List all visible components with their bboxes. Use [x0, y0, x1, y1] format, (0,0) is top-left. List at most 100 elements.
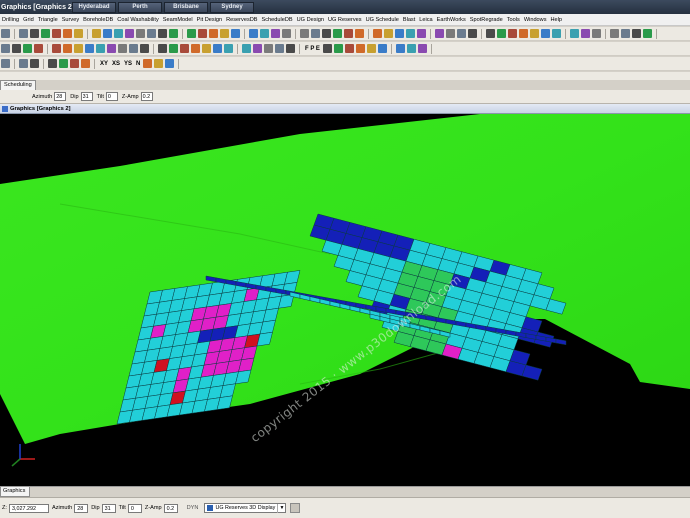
file-icon-tb2-16[interactable] — [191, 44, 200, 53]
edit-icon-tb1-41[interactable] — [508, 29, 517, 38]
file-icon-tb2-8[interactable] — [96, 44, 105, 53]
zoom-icon-tb2-19[interactable] — [224, 44, 233, 53]
select-icon-tb3-6[interactable] — [81, 59, 90, 68]
edit-icon-tb1-49[interactable] — [610, 29, 619, 38]
menu-ug-schedule[interactable]: UG Schedule — [364, 14, 401, 25]
select-icon-tb2-30[interactable] — [377, 44, 387, 53]
view-icon-tb1-18[interactable] — [220, 29, 229, 38]
edit-icon-tb3-1[interactable] — [19, 59, 28, 68]
layer-icon-tb1-13[interactable] — [158, 29, 167, 38]
rotate-icon-tb2-28[interactable] — [355, 44, 365, 53]
rotate-icon-tb1-28[interactable] — [344, 29, 353, 38]
file-icon-tb3-8[interactable] — [154, 59, 164, 68]
file-icon-tb1-48[interactable] — [592, 29, 601, 38]
edit-icon-tb1-17[interactable] — [209, 29, 218, 38]
zoom-icon-tb1-3[interactable] — [41, 29, 50, 38]
zoom-icon-tb3-3[interactable] — [48, 59, 57, 68]
edit-icon-tb2-1[interactable] — [12, 44, 21, 53]
display-mode-select[interactable]: UG Reserves 3D Display ▼ — [204, 503, 287, 513]
menu-windows[interactable]: Windows — [522, 14, 549, 25]
city-tab-sydney[interactable]: Sydney — [210, 1, 254, 13]
layer-icon-tb1-37[interactable] — [457, 29, 466, 38]
select-icon-tb1-22[interactable] — [271, 29, 280, 38]
zoom-icon-tb1-51[interactable] — [632, 29, 641, 38]
status-tilt-input[interactable]: 0 — [127, 503, 142, 513]
select-icon-tb2-22[interactable] — [264, 44, 273, 53]
select-icon-tb1-38[interactable] — [468, 29, 477, 38]
status-zamp-input[interactable]: 0.2 — [163, 503, 178, 513]
menu-scheduledb[interactable]: ScheduleDB — [260, 14, 295, 25]
file-icon-tb3-0[interactable] — [1, 59, 10, 68]
file-icon-tb1-0[interactable] — [1, 29, 10, 38]
status-dip-input[interactable]: 31 — [101, 503, 116, 513]
menu-seammodel[interactable]: SeamModel — [161, 14, 195, 25]
menu-triangle[interactable]: Triangle — [36, 14, 60, 25]
view-icon-tb1-26[interactable] — [322, 29, 331, 38]
measure-icon-tb2-7[interactable] — [85, 44, 94, 53]
status-z-input[interactable]: 3,027.292 — [8, 503, 49, 513]
zoom-icon-tb1-19[interactable] — [231, 29, 240, 38]
fpe-toolbar-buttons[interactable]: F P E — [305, 46, 320, 52]
measure-icon-tb1-39[interactable] — [486, 29, 495, 38]
city-tab-brisbane[interactable]: Brisbane — [164, 1, 208, 13]
file-icon-tb1-16[interactable] — [198, 29, 207, 38]
select-icon-tb2-6[interactable] — [74, 44, 83, 53]
file-icon-tb2-24[interactable] — [286, 44, 295, 53]
status-azimuth-input[interactable]: 28 — [74, 503, 89, 513]
edit-icon-tb1-25[interactable] — [311, 29, 320, 38]
measure-icon-tb2-31[interactable] — [395, 44, 405, 53]
zoom-icon-tb1-11[interactable] — [136, 29, 145, 38]
file-icon-tb1-8[interactable] — [103, 29, 112, 38]
rotate-icon-tb1-20[interactable] — [249, 29, 258, 38]
zoom-icon-tb2-11[interactable] — [129, 44, 138, 53]
edit-icon-tb1-33[interactable] — [406, 29, 415, 38]
view-ys-button[interactable]: YS — [124, 61, 132, 67]
dyn-toggle[interactable]: DYN — [187, 505, 199, 511]
file-icon-tb1-40[interactable] — [497, 29, 506, 38]
rotate-icon-tb1-36[interactable] — [446, 29, 455, 38]
layer-icon-tb2-29[interactable] — [366, 44, 376, 53]
azimuth-input[interactable]: 28 — [54, 92, 67, 101]
layer-icon-tb2-5[interactable] — [63, 44, 72, 53]
view-icon-tb1-50[interactable] — [621, 29, 630, 38]
view-icon-tb1-42[interactable] — [519, 29, 528, 38]
layer-icon-tb1-21[interactable] — [260, 29, 269, 38]
view-icon-tb2-2[interactable] — [23, 44, 32, 53]
file-icon-tb1-24[interactable] — [300, 29, 309, 38]
view-icon-tb1-10[interactable] — [125, 29, 134, 38]
edit-icon-tb2-17[interactable] — [202, 44, 211, 53]
view-n-button[interactable]: N — [136, 61, 140, 67]
select-icon-tb2-14[interactable] — [169, 44, 178, 53]
edit-icon-tb1-9[interactable] — [114, 29, 123, 38]
view-xs-button[interactable]: XS — [112, 61, 120, 67]
edit-icon-tb3-9[interactable] — [165, 59, 175, 68]
file-icon-tb2-0[interactable] — [1, 44, 10, 53]
layer-icon-tb2-13[interactable] — [158, 44, 167, 53]
menu-spotregrade[interactable]: SpotRegrade — [468, 14, 505, 25]
zoom-icon-tb1-27[interactable] — [333, 29, 342, 38]
tilt-input[interactable]: 0 — [105, 92, 118, 101]
zoom-icon-tb2-27[interactable] — [344, 44, 354, 53]
menu-drilling[interactable]: Drilling — [0, 14, 21, 25]
select-icon-tb1-30[interactable] — [373, 29, 382, 38]
measure-icon-tb1-47[interactable] — [581, 29, 590, 38]
city-tab-hyderabad[interactable]: Hyderabad — [72, 1, 116, 13]
rotate-icon-tb1-12[interactable] — [147, 29, 156, 38]
rotate-icon-tb2-4[interactable] — [52, 44, 61, 53]
menu-tools[interactable]: Tools — [505, 14, 522, 25]
rotate-icon-tb3-4[interactable] — [59, 59, 68, 68]
menu-leica[interactable]: Leica — [417, 14, 434, 25]
view-icon-tb2-26[interactable] — [333, 44, 343, 53]
zoom-icon-tb2-3[interactable] — [34, 44, 43, 53]
edit-icon-tb2-25[interactable] — [322, 44, 332, 53]
rotate-icon-tb2-20[interactable] — [242, 44, 251, 53]
measure-icon-tb2-23[interactable] — [275, 44, 284, 53]
menu-help[interactable]: Help — [549, 14, 565, 25]
rotate-icon-tb1-4[interactable] — [52, 29, 61, 38]
layer-icon-tb3-5[interactable] — [70, 59, 79, 68]
menu-earthworks[interactable]: EarthWorks — [435, 14, 468, 25]
file-icon-tb1-32[interactable] — [395, 29, 404, 38]
zamp-input[interactable]: 0.2 — [140, 92, 153, 101]
layer-icon-tb2-21[interactable] — [253, 44, 262, 53]
select-icon-tb1-46[interactable] — [570, 29, 579, 38]
